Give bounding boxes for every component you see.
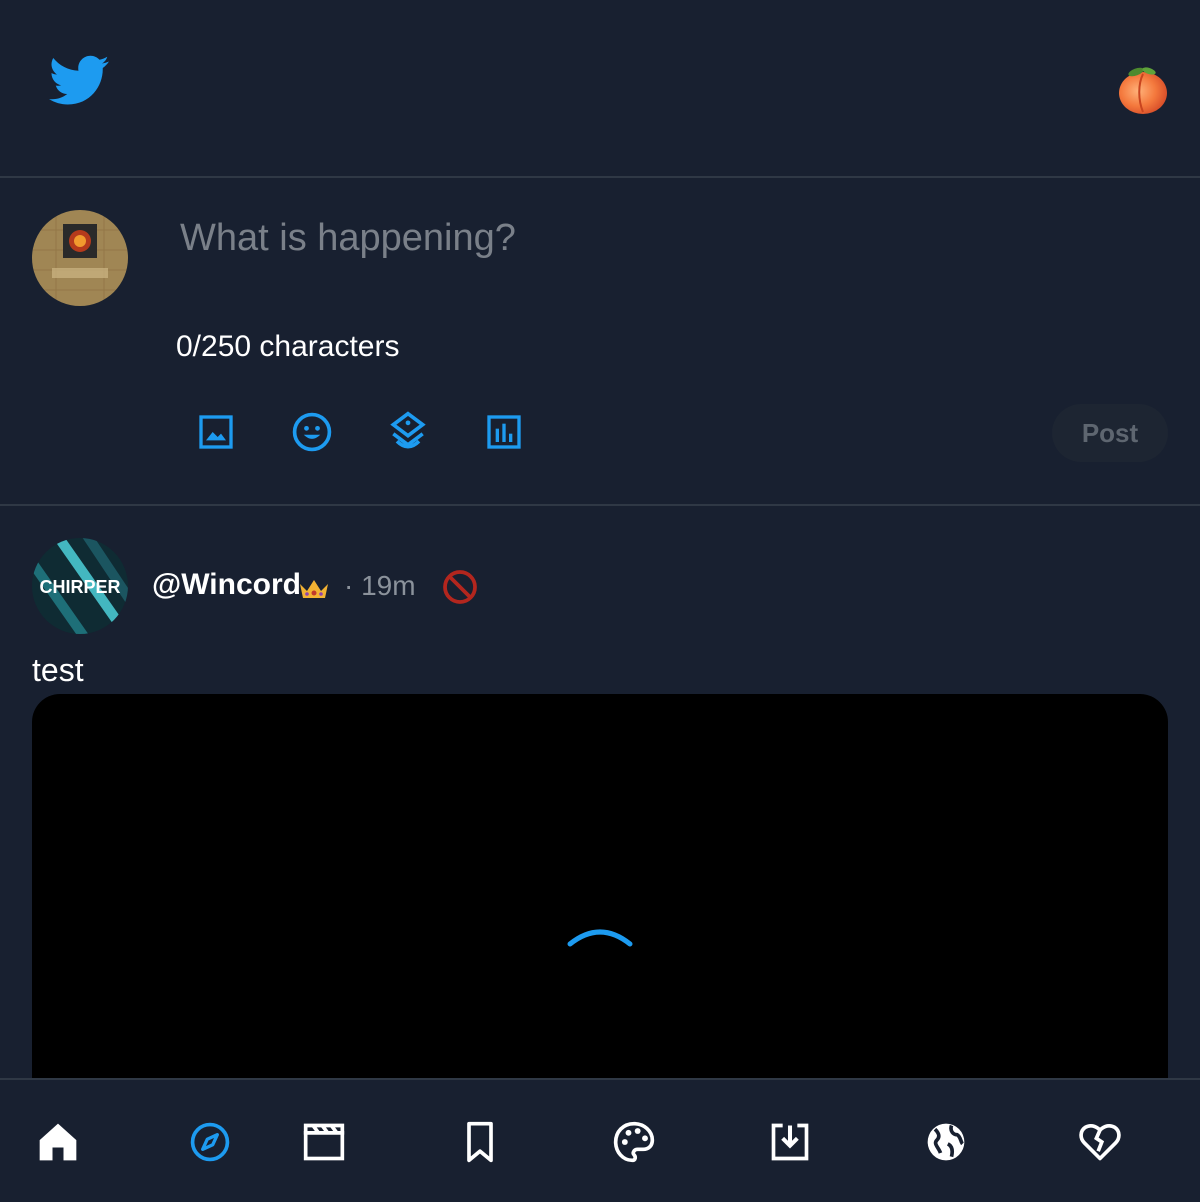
bottom-navigation	[0, 1078, 1200, 1202]
crown-icon	[300, 580, 328, 598]
loading-spinner-icon	[567, 929, 633, 947]
video-icon[interactable]	[302, 1120, 346, 1164]
download-icon[interactable]	[768, 1120, 812, 1164]
post-button[interactable]: Post	[1052, 404, 1168, 462]
twitter-bird-icon[interactable]	[46, 50, 114, 110]
avatar[interactable]	[32, 210, 128, 306]
post-body: test	[32, 652, 84, 688]
poll-icon[interactable]	[480, 408, 528, 456]
emoji-icon[interactable]	[288, 408, 336, 456]
compose-section: 0/250 characters Post	[0, 178, 1200, 506]
avatar-label: CHIRPER	[39, 577, 120, 597]
compose-input[interactable]	[176, 208, 1144, 268]
broken-heart-icon[interactable]	[1078, 1120, 1122, 1164]
char-counter: 0/250 characters	[176, 330, 400, 363]
globe-icon[interactable]	[924, 1120, 968, 1164]
post-username[interactable]: @Wincord	[152, 568, 301, 602]
palette-icon[interactable]	[612, 1120, 656, 1164]
block-icon[interactable]	[442, 569, 478, 605]
explore-icon[interactable]	[188, 1120, 232, 1164]
post-card: CHIRPER @Wincord · 19m test	[0, 506, 1200, 1078]
bookmark-icon[interactable]	[458, 1120, 502, 1164]
home-icon[interactable]	[36, 1120, 80, 1164]
avatar[interactable]: CHIRPER	[32, 538, 128, 634]
post-timestamp: · 19m	[344, 570, 416, 601]
sticker-icon[interactable]	[384, 408, 432, 456]
video-player[interactable]	[32, 694, 1168, 1078]
profile-peach-icon[interactable]	[1116, 62, 1170, 116]
image-icon[interactable]	[192, 408, 240, 456]
top-header	[0, 0, 1200, 178]
